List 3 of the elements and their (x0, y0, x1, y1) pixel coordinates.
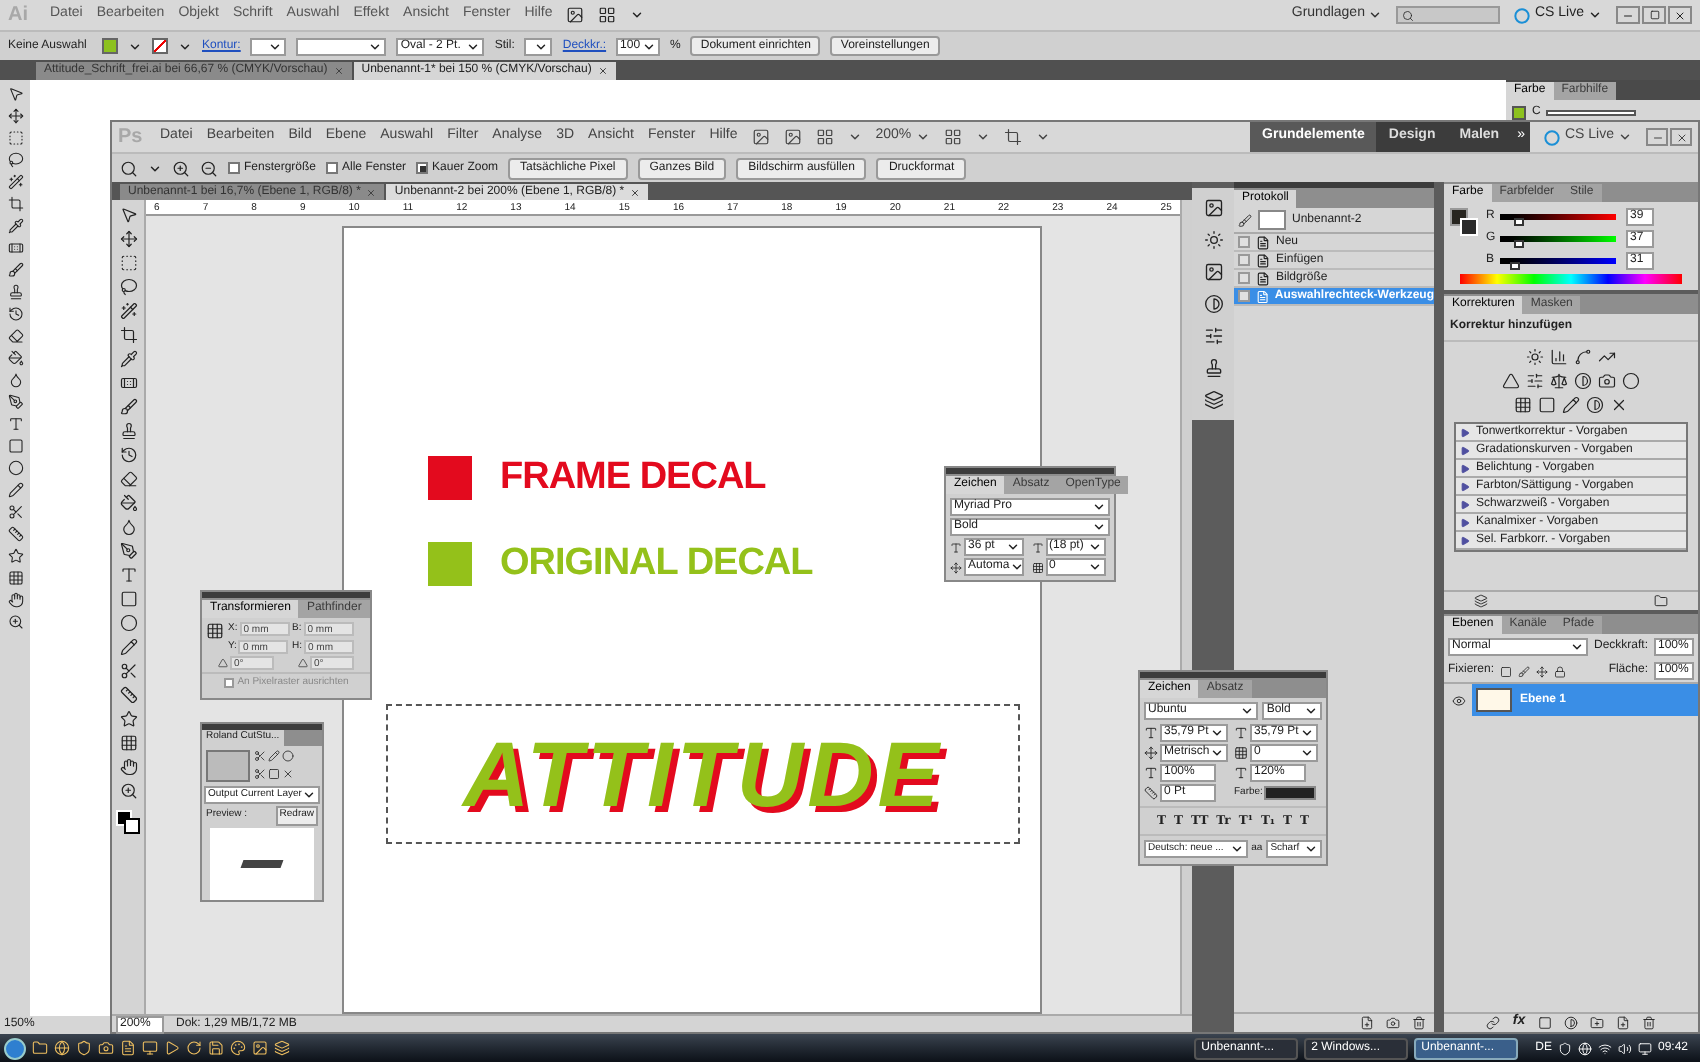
artwork-text: ATTITUDE (462, 719, 943, 829)
legend-label: ORIGINAL DECAL (500, 539, 813, 587)
legend-label: FRAME DECAL (500, 454, 766, 502)
